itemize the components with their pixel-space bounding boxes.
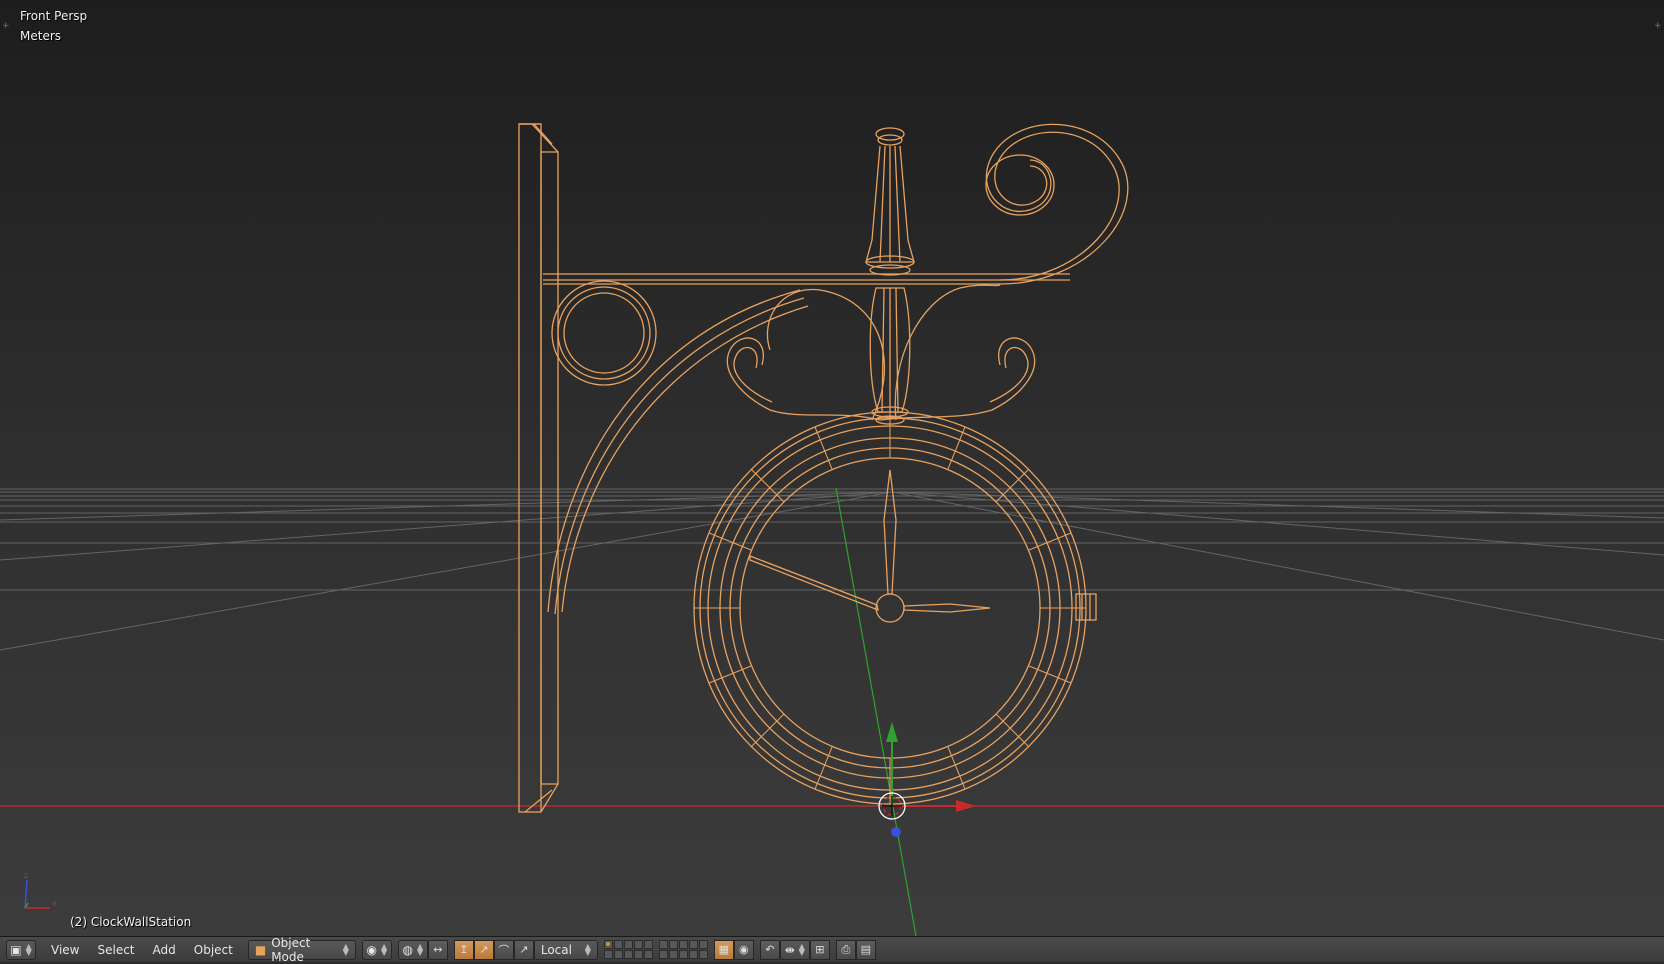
dropdown-arrows-icon: ▲ ▼: [584, 941, 591, 957]
proportional-edit-icon: ◉: [739, 943, 749, 956]
snap-icon: ↶: [765, 943, 775, 956]
scale-manipulator-button[interactable]: ⌒: [493, 939, 514, 960]
layer-button[interactable]: [613, 940, 623, 949]
snap-target-button[interactable]: ⊞: [809, 939, 830, 960]
layer-button[interactable]: [603, 940, 613, 949]
layer-button[interactable]: [623, 940, 633, 949]
snap-grid-icon: ⊞: [815, 943, 825, 956]
layer-button[interactable]: [603, 950, 613, 959]
layer-button[interactable]: [668, 940, 678, 949]
viewport-shading-icon: ◉: [366, 942, 378, 957]
render-opengl-icon: ⎙: [841, 942, 851, 956]
dropdown-arrows-icon: ▲ ▼: [381, 941, 388, 957]
view3d-icon: ▣: [10, 942, 22, 957]
transform-extra-button[interactable]: ↗: [513, 939, 534, 960]
translate-arrow-icon: ↗: [519, 943, 529, 956]
translate-manipulator-button[interactable]: ↥: [453, 939, 474, 960]
layer-button[interactable]: [623, 950, 633, 959]
menu-view[interactable]: View: [42, 940, 88, 960]
orientation-label: Local: [540, 942, 572, 957]
layer-button[interactable]: [658, 950, 668, 959]
rotate-manipulator-button[interactable]: ↗: [473, 939, 494, 960]
render-animation-icon: ▤: [860, 943, 872, 956]
dropdown-arrows-icon: ▲ ▼: [342, 941, 349, 957]
render-animation-button[interactable]: ▤: [855, 939, 876, 960]
layers-group-2[interactable]: [658, 940, 708, 959]
active-object-label: (2) ClockWallStation: [70, 915, 192, 929]
transform-orientation-dropdown[interactable]: Local ▲ ▼: [533, 939, 598, 960]
dropdown-arrows-icon: ▲ ▼: [798, 941, 805, 957]
menu-select[interactable]: Select: [88, 940, 143, 960]
scale-icon: ⌒: [498, 943, 510, 957]
snap-target-icon: ⇼: [784, 942, 795, 957]
layer-button[interactable]: [678, 940, 688, 949]
layer-button[interactable]: [698, 950, 708, 959]
layer-button[interactable]: [613, 950, 623, 959]
layer-button[interactable]: [643, 940, 653, 949]
y-axis-line: [835, 487, 917, 936]
pivot-point-dropdown[interactable]: ◍ ▲ ▼: [397, 939, 428, 960]
viewport-header: ▣ ▲ ▼ View Select Add Object ■ Object Mod…: [0, 936, 1664, 964]
editor-type-button[interactable]: ▣ ▲ ▼: [6, 939, 36, 960]
clock-wireframe-model[interactable]: [518, 123, 1129, 813]
area-split-corner-top-left[interactable]: +: [2, 22, 10, 31]
layer-button[interactable]: [668, 950, 678, 959]
menu-object[interactable]: Object: [185, 940, 242, 960]
dropdown-arrows-icon: ▲ ▼: [417, 941, 424, 957]
layer-button[interactable]: [688, 950, 698, 959]
pivot-point-icon: ◍: [402, 942, 414, 957]
manipulator-toggle-button[interactable]: ↔: [427, 939, 448, 960]
layer-button[interactable]: [678, 950, 688, 959]
snap-element-dropdown[interactable]: ⇼ ▲ ▼: [779, 939, 810, 960]
layer-button[interactable]: [643, 950, 653, 959]
object-cube-icon: ■: [254, 942, 267, 957]
axis-gizmo: x z: [24, 871, 57, 909]
area-split-corner-top-right[interactable]: +: [1654, 22, 1662, 31]
snap-toggle-button[interactable]: ↶: [759, 939, 780, 960]
viewport-scene[interactable]: x z: [0, 0, 1664, 936]
translate-icon: ↥: [459, 943, 469, 956]
mode-dropdown[interactable]: ■ Object Mode ▲ ▼: [247, 936, 356, 964]
manipulator-toggle-icon: ↔: [433, 943, 443, 956]
lock-camera-button[interactable]: ▦: [713, 939, 734, 960]
lock-camera-icon: ▦: [718, 943, 730, 956]
svg-text:x: x: [52, 899, 57, 908]
3d-viewport[interactable]: x z Front Persp Meters (2) ClockWallStat…: [0, 0, 1664, 936]
layer-button[interactable]: [633, 950, 643, 959]
layer-button[interactable]: [633, 940, 643, 949]
layer-button[interactable]: [688, 940, 698, 949]
layer-button[interactable]: [658, 940, 668, 949]
menu-add[interactable]: Add: [144, 940, 185, 960]
proportional-edit-button[interactable]: ◉: [733, 939, 754, 960]
layers-group-1[interactable]: [603, 940, 653, 959]
units-label: Meters: [20, 29, 62, 43]
render-opengl-button[interactable]: ⎙: [835, 939, 856, 960]
view-name-label: Front Persp: [20, 9, 88, 23]
floor-grid: [0, 488, 1664, 651]
viewport-shading-dropdown[interactable]: ◉ ▲ ▼: [361, 939, 392, 960]
dropdown-arrows-icon: ▲ ▼: [25, 941, 32, 957]
svg-text:z: z: [24, 871, 28, 880]
rotate-icon: ↗: [479, 943, 489, 956]
layer-button[interactable]: [698, 940, 708, 949]
mode-label: Object Mode: [271, 935, 311, 964]
